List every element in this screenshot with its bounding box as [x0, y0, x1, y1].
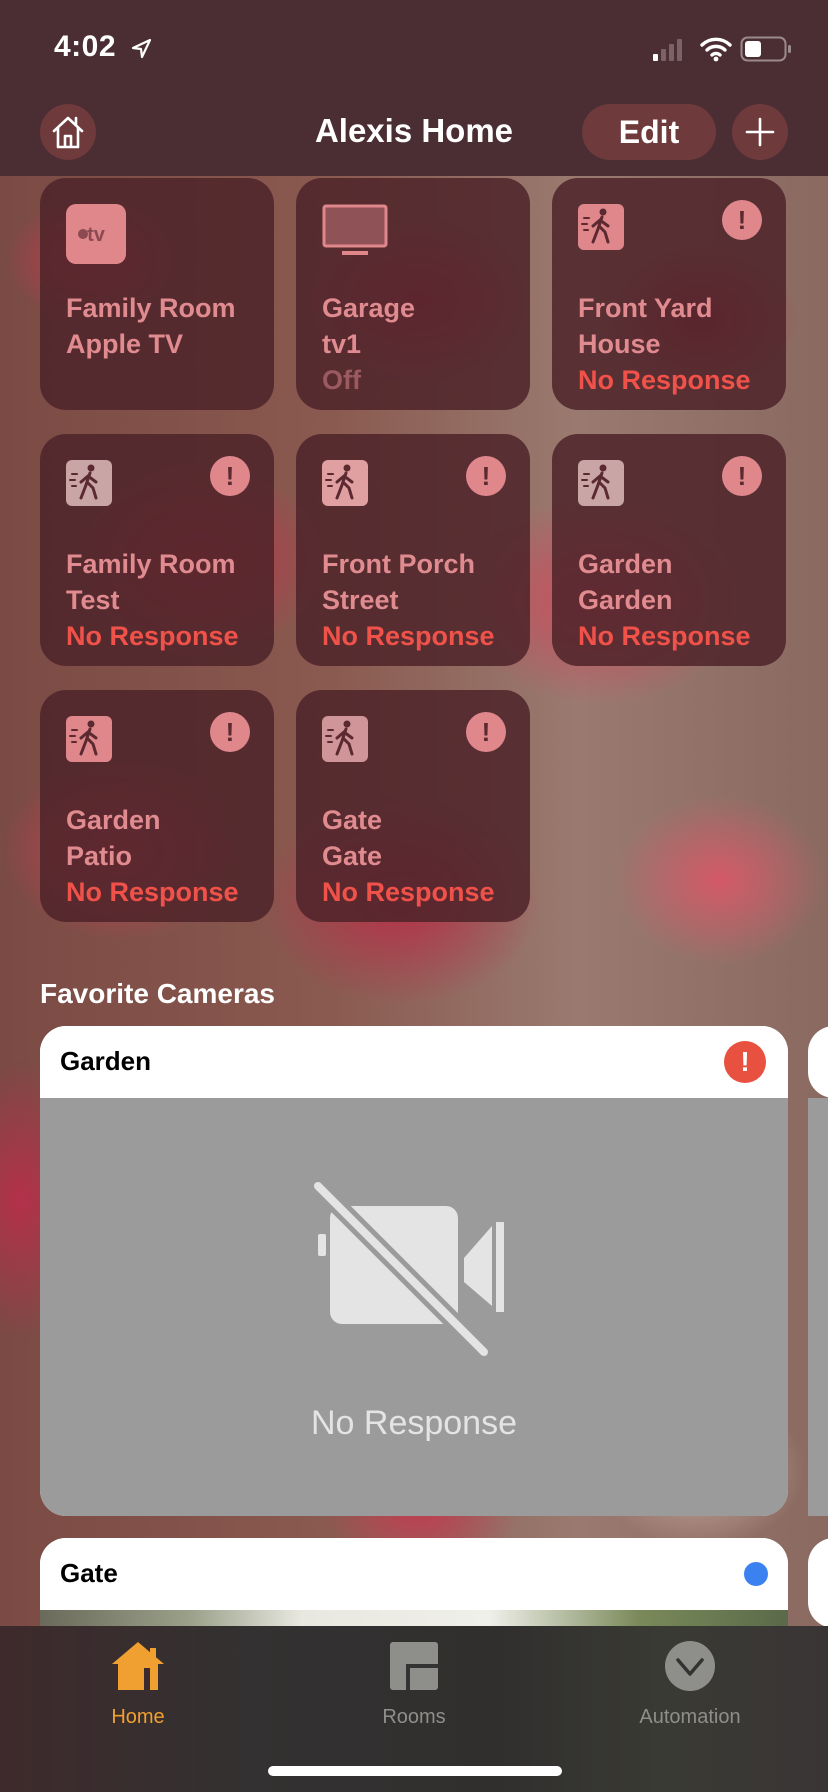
camera-feed[interactable]: No Response	[40, 1098, 788, 1516]
accessory-name: House	[578, 329, 661, 359]
accessory-tile[interactable]: tv Family Room Apple TV	[40, 178, 274, 410]
accessory-name: tv1	[322, 329, 362, 359]
accessory-tile[interactable]: ! Front Porch Street No Response	[296, 434, 530, 666]
edit-button[interactable]: Edit	[582, 104, 716, 160]
accessory-name: Patio	[66, 841, 133, 871]
accessory-status: No Response	[578, 365, 751, 395]
accessory-tile[interactable]: Garage tv1 Off	[296, 178, 530, 410]
camera-name: Gate	[60, 1558, 118, 1588]
cellular-signal-icon	[653, 39, 682, 61]
alert-icon: !	[722, 200, 762, 240]
accessory-room: Gate	[322, 805, 383, 835]
motion-sensor-icon	[322, 460, 368, 506]
battery-icon	[740, 36, 791, 62]
accessory-room: Garage	[322, 293, 416, 323]
accessory-name: Test	[66, 585, 120, 615]
motion-sensor-icon	[66, 716, 112, 762]
accessory-tile[interactable]: ! Gate Gate No Response	[296, 690, 530, 922]
accessory-room: Front Yard	[578, 293, 713, 323]
automation-tab-icon	[665, 1641, 715, 1691]
accessory-name: Gate	[322, 841, 383, 871]
tab-automation[interactable]: Automation	[610, 1640, 770, 1729]
home-tab-icon	[112, 1642, 164, 1690]
tab-home[interactable]: Home	[58, 1640, 218, 1729]
motion-sensor-icon	[322, 716, 368, 762]
alert-icon: !	[466, 456, 506, 496]
accessory-room: Garden	[66, 805, 161, 835]
accessory-tile[interactable]: ! Front Yard House No Response	[552, 178, 786, 410]
accessory-room: Garden	[578, 549, 673, 579]
live-indicator-dot	[744, 1562, 768, 1586]
wifi-icon	[700, 37, 732, 62]
accessory-room: Family Room	[66, 549, 236, 579]
tab-label: Automation	[639, 1706, 741, 1728]
plus-icon	[745, 117, 775, 147]
next-camera-feed-peek	[808, 1098, 828, 1516]
accessory-status: No Response	[322, 877, 495, 907]
video-off-icon	[314, 1179, 504, 1358]
accessory-room: Family Room	[66, 293, 236, 323]
camera-status: No Response	[310, 1404, 517, 1442]
next-camera-card-peek[interactable]	[808, 1538, 828, 1628]
svg-text:tv: tv	[87, 224, 106, 246]
status-time: 4:02	[54, 30, 117, 63]
accessory-status: No Response	[66, 877, 239, 907]
next-camera-card-peek[interactable]	[808, 1026, 828, 1098]
alert-icon: !	[210, 712, 250, 752]
camera-header: Garden !	[40, 1026, 788, 1098]
tab-rooms[interactable]: Rooms	[334, 1640, 494, 1729]
accessory-name: Garden	[578, 585, 673, 615]
camera-name: Garden	[60, 1046, 152, 1076]
camera-card-garden[interactable]: Garden ! No Response	[40, 1026, 788, 1516]
section-title-favorite-cameras: Favorite Cameras	[40, 978, 276, 1009]
add-button[interactable]	[732, 104, 788, 160]
tab-label: Rooms	[382, 1706, 446, 1728]
tv-icon	[322, 204, 388, 255]
location-arrow-icon	[131, 38, 152, 59]
accessory-name: Apple TV	[66, 329, 184, 359]
accessory-status: No Response	[578, 621, 751, 651]
alert-icon: !	[466, 712, 506, 752]
motion-sensor-icon	[66, 460, 112, 506]
apple-tv-icon: tv	[66, 204, 126, 264]
home-indicator[interactable]	[268, 1766, 562, 1776]
alert-icon: !	[210, 456, 250, 496]
accessory-status: No Response	[322, 621, 495, 651]
accessory-tile[interactable]: ! Garden Garden No Response	[552, 434, 786, 666]
camera-header: Gate	[40, 1538, 788, 1610]
accessory-room: Front Porch	[322, 549, 475, 579]
tab-label: Home	[111, 1706, 165, 1728]
accessory-status: No Response	[66, 621, 239, 651]
accessory-tile[interactable]: ! Garden Patio No Response	[40, 690, 274, 922]
accessory-tile[interactable]: ! Family Room Test No Response	[40, 434, 274, 666]
alert-icon: !	[724, 1041, 766, 1083]
accessory-status: Off	[322, 365, 361, 395]
motion-sensor-icon	[578, 460, 624, 506]
rooms-tab-icon	[390, 1642, 438, 1690]
top-bar: 4:02 Alexis Home Edit	[0, 0, 828, 176]
accessory-name: Street	[322, 585, 399, 615]
motion-sensor-icon	[578, 204, 624, 250]
alert-icon: !	[722, 456, 762, 496]
